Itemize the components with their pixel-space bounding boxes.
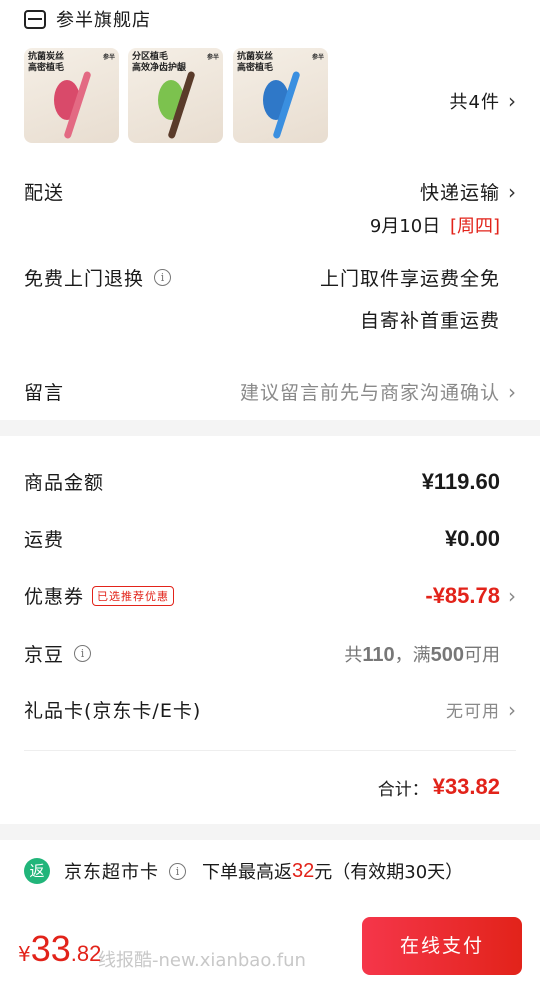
- item-count-link[interactable]: 共4件 ›: [450, 88, 516, 114]
- info-icon[interactable]: i: [74, 645, 92, 662]
- product-thumb-brand: 参半: [102, 54, 115, 61]
- shop-header[interactable]: 参半旗舰店: [24, 6, 151, 32]
- product-thumb-3[interactable]: 抗菌炭丝 高密植毛 参半: [233, 48, 328, 143]
- goods-amount-label: 商品金额: [24, 472, 105, 494]
- product-thumb-text: 抗菌炭丝: [28, 52, 65, 62]
- total-label: 合计：: [377, 779, 429, 800]
- delivery-method: 快递运输: [419, 182, 500, 204]
- product-thumb-brand: 参半: [206, 54, 219, 61]
- coupon-row[interactable]: 优惠券 已选推荐优惠 -¥85.78 ›: [24, 582, 516, 609]
- total-row: 合计： ¥33.82: [378, 774, 500, 800]
- item-count: 共4件: [449, 92, 500, 113]
- rebate-amount: 32: [292, 859, 315, 882]
- order-info-card: 参半旗舰店 抗菌炭丝 高密植毛 参半 分区植毛 高效净齿护龈 参半 抗菌炭丝 高密植毛…: [0, 0, 540, 420]
- chevron-right-icon: ›: [508, 89, 516, 113]
- delivery-date: 9月10日 [周四]: [370, 212, 500, 238]
- product-thumb-text: 高效净齿护龈: [132, 63, 187, 73]
- total-value: ¥33.82: [432, 774, 500, 799]
- fee-card: 商品金额 ¥119.60 运费 ¥0.00 优惠券 已选推荐优惠 -¥85.78…: [0, 436, 540, 824]
- product-thumb-1[interactable]: 抗菌炭丝 高密植毛 参半: [24, 48, 119, 143]
- message-label: 留言: [24, 382, 65, 404]
- jingdou-row: 京豆 i 共110，满500可用: [24, 640, 516, 667]
- rebate-card: 返 京东超市卡 i 下单最高返 32 元（有效期30天） ¥ 33 .82 线报酷-…: [0, 840, 540, 988]
- jingdou-info: 共110，满500可用: [344, 641, 500, 667]
- rebate-row: 返 京东超市卡 i 下单最高返 32 元（有效期30天）: [24, 858, 463, 884]
- coupon-label: 优惠券: [24, 586, 85, 608]
- info-icon[interactable]: i: [154, 269, 172, 286]
- coupon-badge: 已选推荐优惠: [92, 585, 175, 606]
- jingdou-suffix: 可用: [464, 644, 500, 666]
- price-integer: 33: [30, 928, 71, 969]
- watermark: 线报酷-new.xianbao.fun: [98, 950, 306, 971]
- rebate-text2: 元（有效期30天）: [314, 862, 464, 883]
- shop-name: 参半旗舰店: [56, 10, 151, 31]
- message-placeholder: 建议留言前先与商家沟通确认: [239, 382, 500, 404]
- goods-amount-value: ¥119.60: [421, 468, 500, 494]
- rebate-icon: 返: [24, 858, 50, 884]
- message-row[interactable]: 留言 建议留言前先与商家沟通确认 ›: [24, 378, 516, 405]
- info-icon[interactable]: i: [169, 862, 186, 880]
- giftcard-label: 礼品卡(京东卡/E卡): [24, 700, 202, 722]
- delivery-weekday: [周四]: [449, 216, 500, 237]
- product-thumb-2[interactable]: 分区植毛 高效净齿护龈 参半: [128, 48, 223, 143]
- bottom-price: ¥ 33 .82: [18, 928, 101, 970]
- chevron-right-icon: ›: [508, 583, 516, 608]
- rebate-text1: 下单最高返: [202, 862, 292, 883]
- divider: [24, 750, 516, 751]
- shipping-row: 运费 ¥0.00: [24, 525, 516, 552]
- chevron-right-icon: ›: [508, 379, 516, 404]
- rebate-card-name: 京东超市卡: [64, 862, 159, 883]
- returns-line1: 上门取件享运费全免: [319, 268, 500, 290]
- product-thumb-text: 高密植毛: [28, 63, 65, 73]
- goods-amount-row: 商品金额 ¥119.60: [24, 468, 516, 495]
- jingdou-prefix: 共: [344, 644, 363, 666]
- chevron-right-icon: ›: [508, 697, 516, 722]
- delivery-row[interactable]: 配送 快递运输 ›: [24, 178, 516, 205]
- returns-row: 免费上门退换 i 上门取件享运费全免: [24, 264, 516, 291]
- giftcard-value: 无可用: [446, 702, 500, 722]
- shipping-value: ¥0.00: [444, 525, 500, 551]
- product-thumb-text: 高密植毛: [237, 63, 274, 73]
- jingdou-need: 500: [430, 643, 464, 666]
- returns-line2: 自寄补首重运费: [359, 310, 500, 332]
- returns-label: 免费上门退换: [24, 268, 145, 290]
- product-thumb-text: 抗菌炭丝: [237, 52, 274, 62]
- jingdou-mid: ，满: [394, 644, 431, 666]
- pay-button[interactable]: 在线支付: [362, 917, 522, 975]
- price-currency: ¥: [18, 942, 31, 966]
- product-thumb-brand: 参半: [311, 54, 324, 61]
- delivery-label: 配送: [24, 182, 65, 204]
- coupon-value: -¥85.78: [425, 582, 500, 608]
- jingdou-label: 京豆: [24, 644, 65, 666]
- price-decimal: .82: [70, 941, 102, 966]
- jingdou-have: 110: [362, 643, 395, 666]
- giftcard-row[interactable]: 礼品卡(京东卡/E卡) 无可用 ›: [24, 696, 516, 723]
- chevron-right-icon: ›: [508, 179, 516, 204]
- product-thumb-text: 分区植毛: [132, 52, 169, 62]
- store-icon: [24, 9, 46, 29]
- delivery-date-text: 9月10日: [369, 216, 441, 237]
- shipping-label: 运费: [24, 529, 65, 551]
